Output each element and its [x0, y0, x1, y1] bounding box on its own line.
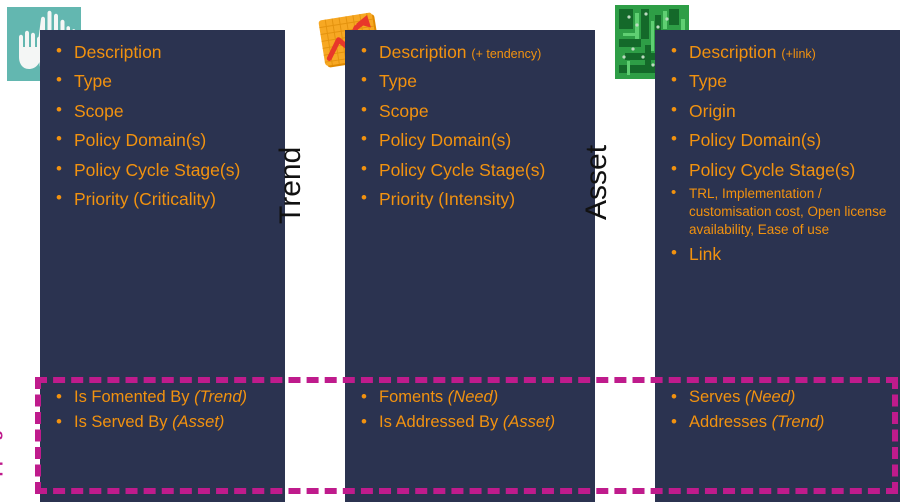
list-item: Type — [669, 66, 894, 96]
list-item: Priority (Intensity) — [359, 184, 589, 214]
list-item: Addresses (Trend) — [669, 409, 894, 435]
list-item: Policy Cycle Stage(s) — [359, 155, 589, 185]
list-item: Is Fomented By (Trend) — [54, 384, 279, 410]
list-item: Origin — [669, 96, 894, 126]
list-item: Policy Domain(s) — [359, 125, 589, 155]
list-item: Policy Cycle Stage(s) — [54, 155, 279, 185]
list-item: Policy Cycle Stage(s) — [669, 155, 894, 185]
list-item: Description (+ tendency) — [359, 37, 589, 67]
list-item: Policy Domain(s) — [54, 125, 279, 155]
list-item: Is Addressed By (Asset) — [359, 409, 589, 435]
asset-attributes-panel: Description (+link) Type Origin Policy D… — [655, 30, 900, 375]
attribute-note: (+ tendency) — [471, 47, 542, 61]
asset-mapping-panel: Serves (Need) Addresses (Trend) — [655, 375, 900, 502]
list-item: Type — [359, 66, 589, 96]
list-item: Link — [669, 239, 894, 269]
column-label-asset: Asset — [580, 144, 613, 220]
need-attribute-list: Description Type Scope Policy Domain(s) … — [54, 37, 279, 214]
trend-attribute-list: Description (+ tendency) Type Scope Poli… — [359, 37, 589, 214]
list-item: Priority (Criticality) — [54, 184, 279, 214]
list-item: TRL, Implementation / customisation cost… — [669, 183, 894, 240]
asset-attribute-list: Description (+link) Type Origin Policy D… — [669, 37, 894, 269]
list-item: Is Served By (Asset) — [54, 409, 279, 435]
list-item: Type — [54, 66, 279, 96]
list-item: Foments (Need) — [359, 384, 589, 410]
column-label-need: Need — [0, 150, 2, 222]
list-item: Description (+link) — [669, 37, 894, 67]
asset-mapping-list: Serves (Need) Addresses (Trend) — [669, 384, 894, 435]
list-item: Policy Domain(s) — [669, 125, 894, 155]
trend-mapping-panel: Foments (Need) Is Addressed By (Asset) — [345, 375, 595, 502]
trend-mapping-list: Foments (Need) Is Addressed By (Asset) — [359, 384, 589, 435]
attribute-note: (+link) — [781, 47, 816, 61]
column-label-trend: Trend — [274, 146, 307, 224]
diagram-canvas: Need Description Type Scope Policy Domai… — [0, 0, 905, 502]
need-mapping-list: Is Fomented By (Trend) Is Served By (Ass… — [54, 384, 279, 435]
mapping-section-label: Mapping — [0, 430, 3, 500]
list-item: Description — [54, 37, 279, 67]
need-mapping-panel: Is Fomented By (Trend) Is Served By (Ass… — [40, 375, 285, 502]
list-item: Scope — [359, 96, 589, 126]
list-item: Serves (Need) — [669, 384, 894, 410]
need-attributes-panel: Description Type Scope Policy Domain(s) … — [40, 30, 285, 375]
list-item: Scope — [54, 96, 279, 126]
trend-attributes-panel: Description (+ tendency) Type Scope Poli… — [345, 30, 595, 375]
